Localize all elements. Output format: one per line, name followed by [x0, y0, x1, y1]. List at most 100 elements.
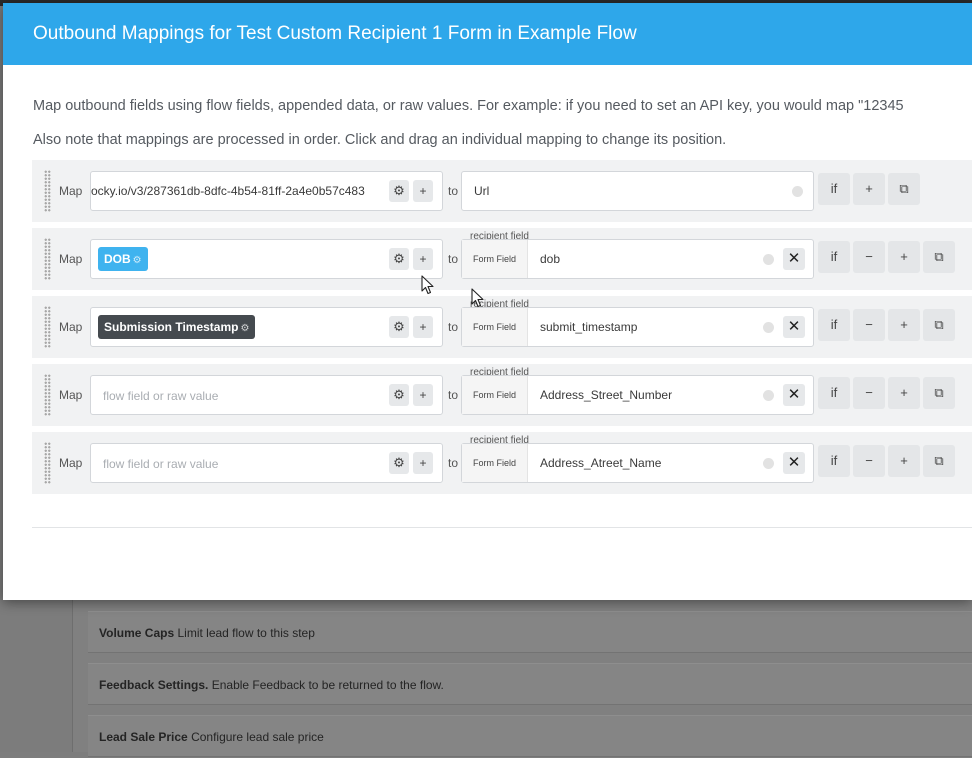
chip-gear-icon[interactable]: ⚙: [240, 323, 249, 334]
destination-value: Address_Atreet_Name: [540, 456, 662, 470]
map-label: Map: [59, 252, 83, 266]
mapping-row[interactable]: Map flow field or raw value ⚙ + to recip…: [32, 432, 972, 494]
destination-field-input[interactable]: Form Field Address_Street_Number ✕: [461, 375, 814, 415]
if-condition-button[interactable]: if: [818, 445, 850, 477]
plus-icon[interactable]: +: [413, 384, 433, 406]
mapping-row[interactable]: Map flow field or raw value ⚙ + to recip…: [32, 364, 972, 426]
destination-value: Url: [474, 184, 490, 198]
destination-field-input[interactable]: Form Field submit_timestamp ✕: [461, 307, 814, 347]
add-mapping-button[interactable]: +: [853, 173, 885, 205]
intro-text-1: Map outbound fields using flow fields, a…: [33, 98, 904, 114]
modal-title: Outbound Mappings for Test Custom Recipi…: [3, 3, 972, 65]
status-dot-icon: [763, 458, 774, 469]
source-chip[interactable]: Submission Timestamp ⚙: [98, 315, 256, 339]
plus-icon[interactable]: +: [413, 248, 433, 270]
source-field-input[interactable]: flow field or raw value ⚙ +: [90, 443, 443, 483]
drag-handle-icon[interactable]: [44, 374, 51, 416]
map-label: Map: [59, 388, 83, 402]
lead-sale-price-title: Lead Sale Price: [99, 730, 188, 744]
mouse-cursor-icon: [471, 288, 484, 308]
add-mapping-button[interactable]: +: [888, 309, 920, 341]
volume-caps-title: Volume Caps: [99, 626, 175, 640]
status-dot-icon: [763, 254, 774, 265]
copy-icon[interactable]: ⧉: [888, 173, 920, 205]
status-dot-icon: [792, 186, 803, 197]
outbound-mappings-modal: Outbound Mappings for Test Custom Recipi…: [3, 3, 972, 600]
remove-mapping-button[interactable]: −: [853, 445, 885, 477]
destination-value: Address_Street_Number: [540, 388, 673, 402]
close-icon[interactable]: ✕: [783, 316, 805, 338]
chip-gear-icon[interactable]: ⚙: [133, 255, 142, 266]
drag-handle-icon[interactable]: [44, 306, 51, 348]
mouse-cursor-icon: [421, 275, 434, 295]
close-icon[interactable]: ✕: [783, 452, 805, 474]
feedback-settings-row[interactable]: Feedback Settings. Enable Feedback to be…: [88, 663, 972, 705]
close-icon[interactable]: ✕: [783, 248, 805, 270]
destination-field-input[interactable]: Form Field Address_Atreet_Name ✕: [461, 443, 814, 483]
plus-icon[interactable]: +: [413, 180, 433, 202]
add-mapping-button[interactable]: +: [888, 241, 920, 273]
source-field-input[interactable]: ocky.io/v3/287361db-8dfc-4b54-81ff-2a4e0…: [90, 171, 443, 211]
drag-handle-icon[interactable]: [44, 442, 51, 484]
drag-handle-icon[interactable]: [44, 238, 51, 280]
remove-mapping-button[interactable]: −: [853, 309, 885, 341]
form-field-tag: Form Field: [462, 240, 528, 278]
to-label: to: [448, 252, 459, 266]
add-mapping-button[interactable]: +: [888, 445, 920, 477]
status-dot-icon: [763, 322, 774, 333]
map-label: Map: [59, 320, 83, 334]
if-condition-button[interactable]: if: [818, 173, 850, 205]
gear-icon[interactable]: ⚙: [389, 384, 409, 406]
source-field-input[interactable]: flow field or raw value ⚙ +: [90, 375, 443, 415]
form-field-tag: Form Field: [462, 308, 528, 346]
volume-caps-desc: Limit lead flow to this step: [177, 626, 315, 640]
modal-divider: [32, 527, 972, 528]
to-label: to: [448, 388, 459, 402]
copy-icon[interactable]: ⧉: [923, 377, 955, 409]
mapping-row[interactable]: Map DOB ⚙ ⚙ + to recipient field Form Fie…: [32, 228, 972, 290]
volume-caps-row[interactable]: Volume Caps Limit lead flow to this step: [88, 611, 972, 653]
source-placeholder: flow field or raw value: [103, 389, 219, 403]
destination-field-input[interactable]: Form Field dob ✕: [461, 239, 814, 279]
gear-icon[interactable]: ⚙: [389, 452, 409, 474]
if-condition-button[interactable]: if: [818, 377, 850, 409]
remove-mapping-button[interactable]: −: [853, 241, 885, 273]
to-label: to: [448, 320, 459, 334]
source-field-input[interactable]: DOB ⚙ ⚙ +: [90, 239, 443, 279]
intro-text-2: Also note that mappings are processed in…: [33, 132, 727, 148]
copy-icon[interactable]: ⧉: [923, 445, 955, 477]
if-condition-button[interactable]: if: [818, 241, 850, 273]
feedback-settings-desc: Enable Feedback to be returned to the fl…: [211, 678, 444, 692]
lead-sale-price-desc: Configure lead sale price: [191, 730, 324, 744]
gear-icon[interactable]: ⚙: [389, 180, 409, 202]
mapping-row[interactable]: Map Submission Timestamp ⚙ ⚙ + to recipie…: [32, 296, 972, 358]
close-icon[interactable]: ✕: [783, 384, 805, 406]
plus-icon[interactable]: +: [413, 452, 433, 474]
feedback-settings-title: Feedback Settings.: [99, 678, 209, 692]
gear-icon[interactable]: ⚙: [389, 316, 409, 338]
form-field-tag: Form Field: [462, 444, 528, 482]
drag-handle-icon[interactable]: [44, 170, 51, 212]
lead-sale-price-row[interactable]: Lead Sale Price Configure lead sale pric…: [88, 715, 972, 757]
copy-icon[interactable]: ⧉: [923, 309, 955, 341]
mapping-row[interactable]: Map ocky.io/v3/287361db-8dfc-4b54-81ff-2…: [32, 160, 972, 222]
destination-value: submit_timestamp: [540, 320, 638, 334]
if-condition-button[interactable]: if: [818, 309, 850, 341]
to-label: to: [448, 456, 459, 470]
source-field-input[interactable]: Submission Timestamp ⚙ ⚙ +: [90, 307, 443, 347]
destination-value: dob: [540, 252, 561, 266]
source-placeholder: flow field or raw value: [103, 457, 219, 471]
source-value: ocky.io/v3/287361db-8dfc-4b54-81ff-2a4e0…: [91, 184, 365, 198]
destination-field-input[interactable]: Url: [461, 171, 814, 211]
map-label: Map: [59, 456, 83, 470]
copy-icon[interactable]: ⧉: [923, 241, 955, 273]
add-mapping-button[interactable]: +: [888, 377, 920, 409]
to-label: to: [448, 184, 459, 198]
gear-icon[interactable]: ⚙: [389, 248, 409, 270]
status-dot-icon: [763, 390, 774, 401]
remove-mapping-button[interactable]: −: [853, 377, 885, 409]
plus-icon[interactable]: +: [413, 316, 433, 338]
source-chip[interactable]: DOB ⚙: [98, 247, 148, 271]
form-field-tag: Form Field: [462, 376, 528, 414]
map-label: Map: [59, 184, 83, 198]
